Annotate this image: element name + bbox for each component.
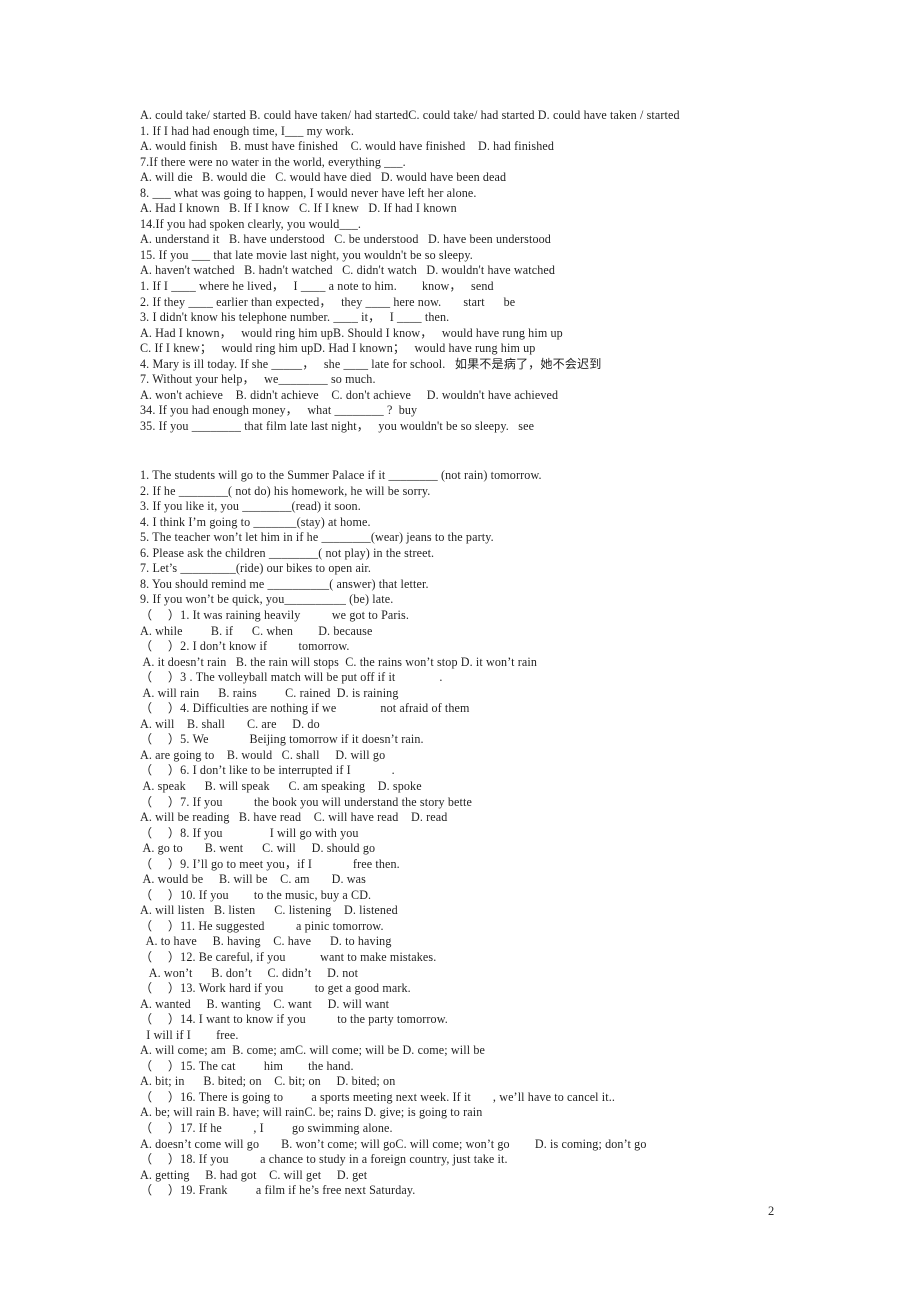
text-line: A. go to B. went C. will D. should go — [140, 841, 376, 856]
text-line: A. it doesn’t rain B. the rain will stop… — [140, 654, 538, 669]
text-line: I will if I free. — [140, 1027, 239, 1042]
text-line: 2. If he ________( not do) his homework,… — [140, 483, 431, 498]
text-line: （ ）11. He suggested a pinic tomorrow. — [140, 918, 384, 933]
text-line: A. could take/ started B. could have tak… — [140, 108, 680, 122]
text-line: A. will rain B. rains C. rained D. is ra… — [140, 685, 399, 700]
text-line: 15. If you ___ that late movie last nigh… — [140, 247, 473, 262]
text-line: A. bit; in B. bited; on C. bit; on D. bi… — [140, 1074, 396, 1089]
text-line: 9. If you won’t be quick, you__________ … — [140, 592, 394, 607]
text-line: A. won't achieve B. didn't achieve C. do… — [140, 387, 559, 402]
text-line: 14.If you had spoken clearly, you would_… — [140, 216, 362, 231]
text-line: 1. If I had had enough time, I___ my wor… — [140, 123, 354, 138]
text-line: （ ）10. If you to the music, buy a CD. — [140, 887, 372, 902]
text-line: 8. ___ what was going to happen, I would… — [140, 185, 477, 200]
text-line: 1. If I ____ where he lived， I ____ a no… — [140, 279, 494, 294]
text-line: A. to have B. having C. have D. to havin… — [140, 934, 392, 949]
text-line: A. speak B. will speak C. am speaking D.… — [140, 778, 422, 793]
text-line: A. doesn’t come will go B. won’t come; w… — [140, 1136, 647, 1151]
text-line: 3. If you like it, you ________(read) it… — [140, 499, 361, 514]
document-body: A. could take/ started B. could have tak… — [140, 108, 780, 1199]
text-line: A. will come; am B. come; amC. will come… — [140, 1043, 485, 1058]
text-line: （ ）17. If he , I go swimming alone. — [140, 1121, 393, 1135]
text-line: 1. The students will go to the Summer Pa… — [140, 468, 542, 483]
text-line: A. will die B. would die C. would have d… — [140, 170, 507, 185]
text-line: A. getting B. had got C. will get D. get — [140, 1167, 368, 1182]
text-line: A. Had I known B. If I know C. If I knew… — [140, 201, 457, 216]
text-line: 34. If you had enough money， what ______… — [140, 403, 418, 418]
text-line: 2. If they ____ earlier than expected， t… — [140, 294, 516, 309]
text-line: A. will be reading B. have read C. will … — [140, 810, 448, 825]
text-line: A. would be B. will be C. am D. was — [140, 872, 366, 887]
text-line: 5. The teacher won’t let him in if he __… — [140, 530, 494, 545]
text-line: C. If I knew； would ring him upD. Had I … — [140, 341, 536, 356]
text-line: A. understand it B. have understood C. b… — [140, 232, 551, 247]
text-line: （ ）15. The cat him the hand. — [140, 1058, 354, 1073]
text-line: （ ）5. We Beijing tomorrow if it doesn’t … — [140, 732, 424, 747]
text-line: A. wanted B. wanting C. want D. will wan… — [140, 996, 390, 1011]
text-line: （ ）9. I’ll go to meet you，if I free then… — [140, 856, 400, 871]
text-line: （ ）2. I don’t know if tomorrow. — [140, 639, 350, 654]
text-line: 35. If you ________ that film late last … — [140, 418, 535, 433]
text-line: 3. I didn't know his telephone number. _… — [140, 310, 450, 325]
section-multiple-choice-conditionals: A. could take/ started B. could have tak… — [140, 108, 780, 434]
text-line: （ ）3 . The volleyball match will be put … — [140, 670, 443, 685]
text-line: （ ）8. If you I will go with you — [140, 825, 359, 840]
text-line: 7. Without your help， we________ so much… — [140, 372, 376, 387]
text-line: A. while B. if C. when D. because — [140, 623, 373, 638]
text-line: 7.If there were no water in the world, e… — [140, 154, 406, 169]
text-line: A. are going to B. would C. shall D. wil… — [140, 747, 386, 762]
text-line: 4. Mary is ill today. If she _____， she … — [140, 356, 602, 371]
text-line: （ ）4. Difficulties are nothing if we not… — [140, 701, 470, 716]
text-line: （ ）19. Frank a film if he’s free next Sa… — [140, 1183, 416, 1198]
text-line: （ ）7. If you the book you will understan… — [140, 794, 472, 809]
text-line: A. be; will rain B. have; will rainC. be… — [140, 1105, 483, 1120]
text-line: （ ）14. I want to know if you to the part… — [140, 1012, 448, 1027]
section-fill-in-the-blank-conditionals: 1. The students will go to the Summer Pa… — [140, 468, 780, 1199]
page-number: 2 — [768, 1204, 775, 1218]
text-line: A. haven't watched B. hadn't watched C. … — [140, 263, 556, 278]
text-line: 8. You should remind me __________( answ… — [140, 576, 429, 591]
text-line: （ ）16. There is going to a sports meetin… — [140, 1089, 616, 1104]
text-line: A. won’t B. don’t C. didn’t D. not — [140, 965, 359, 980]
text-line: 6. Please ask the children ________( not… — [140, 545, 435, 560]
text-line: （ ）12. Be careful, if you want to make m… — [140, 949, 437, 964]
text-line: （ ）6. I don’t like to be interrupted if … — [140, 763, 395, 778]
document-page: A. could take/ started B. could have tak… — [0, 0, 920, 1302]
text-line: A. would finish B. must have finished C.… — [140, 139, 555, 154]
text-line: A. will listen B. listen C. listening D.… — [140, 903, 398, 918]
text-line: （ ）13. Work hard if you to get a good ma… — [140, 981, 411, 996]
text-line: A. Had I known， would ring him upB. Shou… — [140, 325, 563, 340]
text-line: （ ）1. It was raining heavily we got to P… — [140, 607, 410, 622]
text-line: （ ）18. If you a chance to study in a for… — [140, 1152, 508, 1167]
text-line: A. will B. shall C. are D. do — [140, 716, 320, 731]
text-line: 4. I think I’m going to _______(stay) at… — [140, 514, 371, 529]
text-line: 7. Let’s _________(ride) our bikes to op… — [140, 561, 372, 576]
